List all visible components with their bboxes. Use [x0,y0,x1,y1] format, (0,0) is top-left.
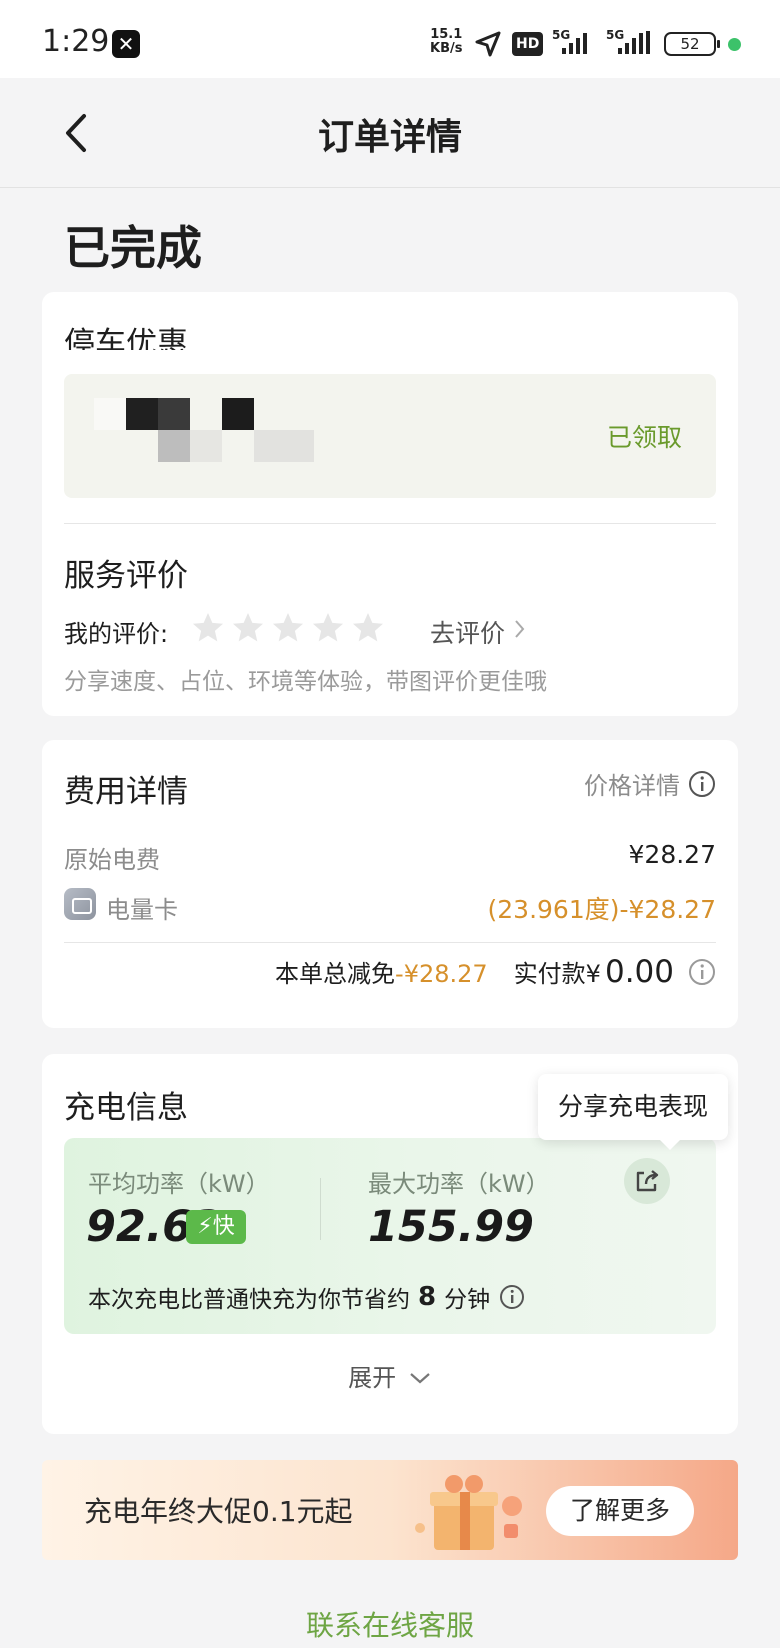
energy-card-icon [64,888,96,920]
app-notification-icon: ✕ [112,30,140,58]
note-prefix: 本次充电比普通快充为你节省约 [88,1287,410,1313]
redacted-block [126,398,158,430]
note-suffix: 分钟 [444,1287,491,1313]
my-rating-label: 我的评价: [64,620,169,648]
share-tooltip[interactable]: 分享充电表现 [538,1074,728,1150]
info-icon[interactable] [688,958,716,986]
total-discount-value: -¥28.27 [395,960,488,988]
parking-coupon[interactable]: 已领取 [64,374,716,498]
charge-stats-panel: 平均功率（kW） 92.63 ⚡快 最大功率（kW） 155.99 本次充电比普… [64,1138,716,1334]
chevron-down-icon [410,1373,430,1384]
price-detail-link[interactable]: 价格详情 [584,766,716,801]
sim2-network-tag: 5G [606,28,625,42]
learn-more-button[interactable]: 了解更多 [546,1486,694,1536]
saved-minutes: 8 [418,1282,437,1312]
charge-info-title: 充电信息 [64,1090,188,1126]
review-title: 服务评价 [64,558,188,594]
avg-power-label: 平均功率（kW） [88,1170,270,1198]
network-speed: 15.1 KB/s [430,28,462,56]
info-icon[interactable] [498,1283,526,1311]
signal-sim1-icon: 5G [552,28,592,62]
price-detail-label: 价格详情 [584,772,680,800]
star-icon[interactable] [230,610,266,646]
total-row: 本单总减免 -¥28.27 实付款¥ 0.00 [275,954,716,990]
paid-label: 实付款¥ [513,960,601,988]
battery-icon: 52 [664,32,720,56]
promo-banner[interactable]: 充电年终大促0.1元起 了解更多 [42,1460,738,1560]
divider [64,523,716,524]
fee-details-card: 费用详情 价格详情 原始电费 ¥28.27 电量卡 (23.961度)-¥28.… [42,740,738,1028]
expand-toggle[interactable]: 展开 [42,1358,738,1393]
divider [64,942,716,943]
rating-row: 我的评价: 去评价 [64,610,716,650]
network-speed-value: 15.1 [430,27,463,42]
star-icon[interactable] [350,610,386,646]
share-button[interactable] [624,1158,670,1204]
order-status: 已完成 [64,221,202,275]
status-time: 1:29 [42,24,110,59]
signal-sim2-icon: 5G [606,28,652,62]
review-hint: 分享速度、占位、环境等体验，带图评价更佳哦 [64,669,547,695]
redacted-block [254,430,314,462]
parking-review-card: 停车优惠 已领取 服务评价 我的评价: 去评价 分享速度、占位、环境等体验，带图… [42,292,738,716]
location-arrow-icon [475,31,501,57]
fee-row-value: ¥28.27 [628,840,716,869]
share-icon [636,1170,659,1192]
network-speed-unit: KB/s [430,41,463,56]
chevron-right-icon[interactable] [514,618,526,640]
divider [320,1178,321,1240]
star-icon[interactable] [190,610,226,646]
redacted-block [94,398,126,430]
redacted-block [222,398,254,430]
hd-voice-icon: HD [512,32,544,56]
redacted-block [158,398,190,430]
sim1-network-tag: 5G [552,28,571,42]
paid-amount: 0.00 [604,954,674,990]
fee-row-label: 电量卡 [106,896,178,924]
expand-label: 展开 [348,1364,397,1392]
fee-details-title: 费用详情 [64,774,188,810]
max-power-label: 最大功率（kW） [368,1170,550,1198]
redacted-block [190,430,222,462]
fee-row-label: 原始电费 [64,846,160,874]
star-icon[interactable] [310,610,346,646]
coupon-status: 已领取 [606,423,682,452]
parking-discount-title: 停车优惠 [64,326,188,350]
go-rate-link[interactable]: 去评价 [430,614,505,650]
total-discount-label: 本单总减免 [275,960,396,988]
fast-charge-badge: ⚡快 [186,1210,246,1244]
max-power-value: 155.99 [368,1202,534,1252]
star-icon[interactable] [270,610,306,646]
page-title: 订单详情 [317,117,462,158]
gift-box-icon [415,1475,522,1550]
promo-text: 充电年终大促0.1元起 [84,1495,353,1528]
redacted-block [158,430,190,462]
status-bar: 1:29 ✕ 15.1 KB/s HD 5G 5G 52 [0,0,780,78]
fee-row-value: (23.961度)-¥28.27 [487,895,716,924]
time-saved-note: 本次充电比普通快充为你节省约 8 分钟 [88,1280,526,1314]
info-icon[interactable] [688,770,716,798]
contact-support-link[interactable]: 联系在线客服 [0,1604,780,1644]
privacy-indicator-dot [728,38,741,51]
nav-bar: 订单详情 [0,78,780,188]
